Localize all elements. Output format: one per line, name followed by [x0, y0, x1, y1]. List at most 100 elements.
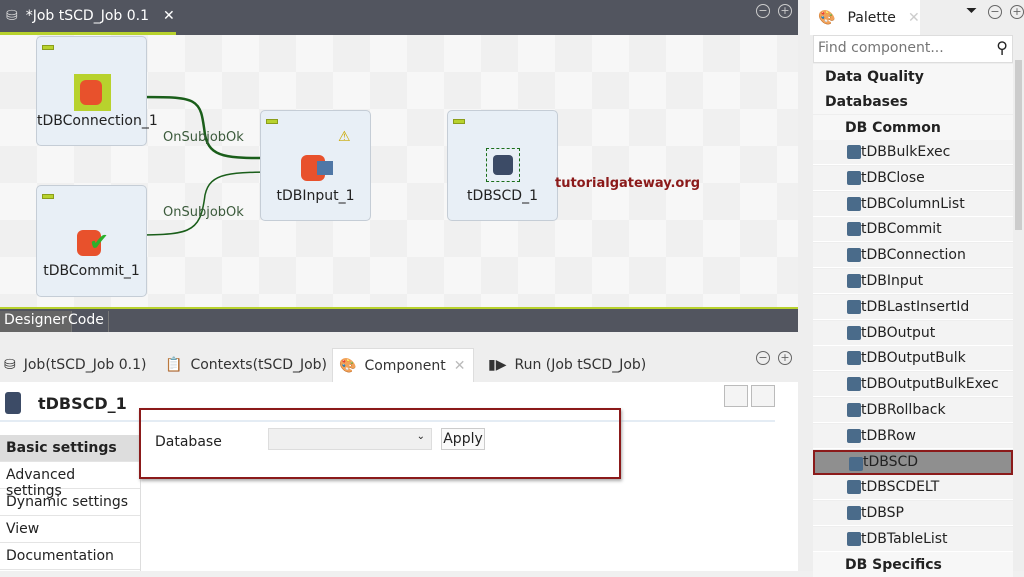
highlight-box: Database ⌄ Apply [139, 408, 621, 479]
watermark: tutorialgateway.org [555, 176, 701, 191]
node-tdbscd[interactable]: tDBSCD_1 [447, 110, 558, 221]
component-title: tDBSCD_1 [38, 394, 127, 413]
close-icon[interactable]: ✕ [908, 10, 920, 26]
palette-item-tdboutput[interactable]: tDBOutput [813, 320, 1013, 346]
search-icon[interactable]: ⚲ [996, 38, 1008, 57]
palette-item-label: tDBOutputBulkExec [861, 376, 999, 393]
palette-item-label: tDBCommit [861, 221, 942, 238]
check-icon: ✔ [89, 228, 110, 256]
warning-icon: ⚠ [338, 129, 351, 145]
palette-item-label: tDBOutput [861, 324, 936, 341]
component-icon [847, 428, 861, 443]
tab-label: Job(tSCD_Job 0.1) [23, 357, 147, 373]
node-label: tDBSCD_1 [467, 188, 538, 204]
scrollbar[interactable] [1015, 60, 1022, 230]
palette-item-label: tDBColumnList [861, 195, 965, 212]
palette-item-tdboutputbulkexec[interactable]: tDBOutputBulkExec [813, 372, 1013, 398]
close-icon[interactable]: ✕ [454, 358, 466, 374]
tab-label: Run (Job tSCD_Job) [514, 357, 647, 373]
minimize-icon[interactable]: − [756, 351, 770, 365]
palette-item-tdbconnection[interactable]: tDBConnection [813, 243, 1013, 269]
job-editor-tab[interactable]: ⛁ *Job tSCD_Job 0.1 ✕ [0, 0, 176, 35]
maximize-icon[interactable]: + [778, 4, 792, 18]
maximize-icon[interactable]: + [1010, 5, 1024, 19]
layout-rows-button[interactable] [751, 385, 775, 407]
chevron-down-icon: ⌄ [416, 431, 425, 442]
tab-designer[interactable]: Designer [0, 311, 72, 333]
tab-contexts[interactable]: 📋 Contexts(tSCD_Job) [165, 348, 327, 382]
component-icon [847, 299, 861, 314]
palette-icon: 🎨 [339, 357, 357, 374]
palette-item-tdbsp[interactable]: tDBSP [813, 501, 1013, 527]
minimize-icon[interactable]: − [756, 4, 770, 18]
palette-panel: 🎨 Palette ✕ ⏷ − + ⚲ Data Quality Databases… [798, 0, 1024, 577]
category-databases[interactable]: Databases [813, 89, 1013, 114]
palette-item-tdbclose[interactable]: tDBClose [813, 165, 1013, 191]
node-label: tDBInput_1 [276, 188, 355, 204]
palette-item-label: tDBLastInsertId [861, 298, 970, 315]
tab-run[interactable]: ▮▶ Run (Job tSCD_Job) [488, 348, 646, 382]
tab-label: Contexts(tSCD_Job) [190, 357, 328, 373]
palette-item-tdbtablelist[interactable]: tDBTableList [813, 527, 1013, 552]
tab-component[interactable]: 🎨 Component ✕ [332, 348, 474, 382]
tab-code[interactable]: Code [64, 311, 109, 333]
palette-item-tdbbulkexec[interactable]: tDBBulkExec [813, 140, 1013, 165]
palette-search[interactable]: ⚲ [813, 35, 1013, 63]
component-icon [847, 351, 861, 366]
palette-item-tdbcommit[interactable]: tDBCommit [813, 217, 1013, 243]
component-icon [847, 325, 861, 340]
palette-item-label: tDBBulkExec [861, 144, 951, 160]
filter-icon[interactable]: ⏷ [966, 3, 977, 19]
tdbscd-icon [486, 148, 520, 182]
category-db-specifics[interactable]: DB Specifics [813, 552, 1013, 577]
component-icon [847, 403, 861, 417]
palette-item-tdblastinsertid[interactable]: tDBLastInsertId [813, 294, 1013, 320]
search-input[interactable] [814, 36, 984, 60]
side-basic-settings[interactable]: Basic settings [0, 435, 140, 462]
palette-icon: 🎨 [818, 9, 836, 26]
db-connection-icon [74, 74, 111, 111]
job-icon: ⛁ [6, 8, 18, 24]
component-icon [847, 196, 861, 211]
palette-item-label: tDBSP [861, 505, 904, 522]
palette-item-tdbrollback[interactable]: tDBRollback [813, 398, 1013, 423]
side-dynamic-settings[interactable]: Dynamic settings [0, 489, 140, 516]
job-tab-title: *Job tSCD_Job 0.1 [25, 8, 149, 24]
palette-item-tdbrow[interactable]: tDBRow [813, 423, 1013, 449]
palette-item-tdbscd[interactable]: tDBSCD [813, 449, 1013, 475]
node-tdbinput[interactable]: ⚠ tDBInput_1 [260, 110, 371, 221]
palette-item-label: tDBRow [861, 427, 916, 444]
node-tdbcommit[interactable]: ✔ tDBCommit_1 [36, 185, 147, 297]
palette-item-tdbcolumnlist[interactable]: tDBColumnList [813, 191, 1013, 217]
job-designer-canvas[interactable]: tDBConnection_1 ✔ tDBCommit_1 ⚠ tDBInput… [0, 35, 798, 307]
palette-item-label: tDBOutputBulk [861, 350, 966, 367]
apply-button[interactable]: Apply [441, 428, 485, 450]
component-icon [847, 532, 861, 546]
side-documentation[interactable]: Documentation [0, 543, 140, 570]
node-tdbconnection[interactable]: tDBConnection_1 [36, 36, 158, 146]
palette-item-label: tDBRollback [861, 402, 946, 418]
side-view[interactable]: View [0, 516, 140, 543]
layout-grid-button[interactable] [724, 385, 748, 407]
palette-item-label: tDBSCD [863, 454, 919, 471]
palette-item-tdboutputbulk[interactable]: tDBOutputBulk [813, 346, 1013, 372]
palette-item-label: tDBClose [861, 169, 925, 186]
node-label: tDBConnection_1 [37, 113, 158, 129]
component-icon [847, 222, 861, 237]
category-data-quality[interactable]: Data Quality [813, 64, 1013, 89]
palette-item-label: tDBConnection [861, 247, 966, 264]
component-icon [847, 145, 861, 159]
component-view: tDBSCD_1 Basic settings Advanced setting… [0, 382, 798, 571]
side-advanced-settings[interactable]: Advanced settings [0, 462, 140, 499]
category-db-common[interactable]: DB Common [813, 115, 1013, 140]
palette-tab[interactable]: 🎨 Palette ✕ [810, 0, 920, 35]
database-select[interactable]: ⌄ [268, 428, 432, 450]
tab-job[interactable]: ⛁ Job(tSCD_Job 0.1) [4, 348, 146, 382]
bottom-tab-bar: ⛁ Job(tSCD_Job 0.1) 📋 Contexts(tSCD_Job) 🎨… [0, 332, 798, 382]
palette-item-tdbinput[interactable]: tDBInput [813, 269, 1013, 294]
palette-item-tdbscdelt[interactable]: tDBSCDELT [813, 475, 1013, 501]
maximize-icon[interactable]: + [778, 351, 792, 365]
link-label: OnSubjobOk [163, 205, 244, 220]
close-icon[interactable]: ✕ [163, 8, 175, 24]
minimize-icon[interactable]: − [988, 5, 1002, 19]
